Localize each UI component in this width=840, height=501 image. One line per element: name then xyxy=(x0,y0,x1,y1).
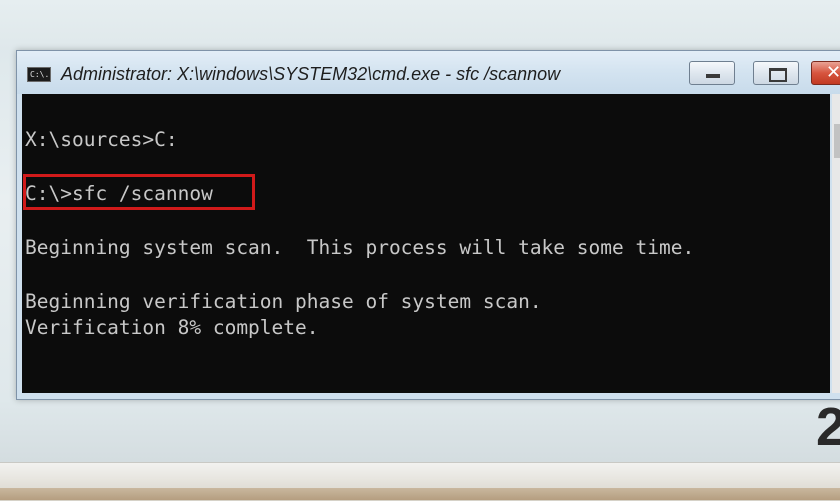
minimize-icon xyxy=(706,74,720,78)
console-line-progress: Verification 8% complete. xyxy=(25,316,319,339)
maximize-button[interactable] xyxy=(753,61,799,85)
scrollbar-thumb[interactable] xyxy=(834,124,840,158)
corner-digit: 2 xyxy=(815,397,840,457)
command-highlight-box xyxy=(23,174,255,210)
console-output[interactable]: X:\sources>C: C:\>sfc /scannow Beginning… xyxy=(22,94,830,393)
background-shelf-edge xyxy=(0,488,840,500)
cmd-icon: C:\. xyxy=(27,67,51,82)
vertical-scrollbar[interactable] xyxy=(832,94,840,393)
title-bar[interactable]: C:\. Administrator: X:\windows\SYSTEM32\… xyxy=(17,51,840,94)
background-top xyxy=(0,0,840,50)
close-icon: ✕ xyxy=(826,62,840,83)
maximize-icon xyxy=(769,68,787,82)
console-line: Beginning verification phase of system s… xyxy=(25,290,542,313)
console-line: Beginning system scan. This process will… xyxy=(25,236,695,259)
cmd-window[interactable]: C:\. Administrator: X:\windows\SYSTEM32\… xyxy=(16,50,840,400)
minimize-button[interactable] xyxy=(689,61,735,85)
window-title: Administrator: X:\windows\SYSTEM32\cmd.e… xyxy=(61,64,561,84)
console-line: X:\sources>C: xyxy=(25,128,178,151)
close-button[interactable]: ✕ xyxy=(811,61,840,85)
